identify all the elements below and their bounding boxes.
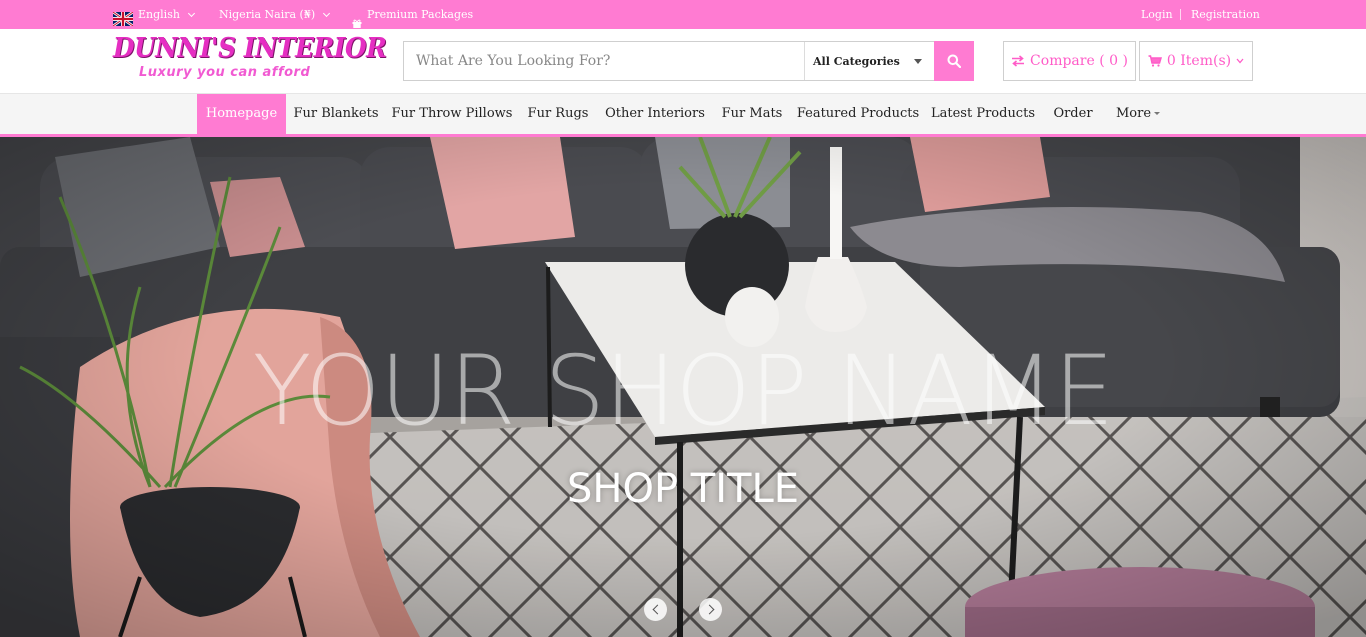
compare-button[interactable]: Compare ( 0 )	[1003, 41, 1136, 81]
nav-item-more[interactable]: More	[1104, 94, 1172, 134]
uk-flag-icon	[112, 8, 134, 27]
nav-item-fur-throw-pillows[interactable]: Fur Throw Pillows	[386, 94, 518, 134]
nav-item-fur-blankets[interactable]: Fur Blankets	[286, 94, 386, 134]
caret-down-icon	[1154, 112, 1161, 115]
nav-item-fur-rugs[interactable]: Fur Rugs	[518, 94, 598, 134]
main-nav: Homepage Fur Blankets Fur Throw Pillows …	[0, 94, 1366, 137]
nav-label: Homepage	[205, 106, 278, 121]
language-selector[interactable]: English	[112, 0, 195, 29]
premium-packages-link[interactable]: Premium Packages	[352, 0, 473, 29]
nav-item-order[interactable]: Order	[1042, 94, 1104, 134]
nav-label: More	[1115, 106, 1152, 121]
registration-label: Registration	[1191, 8, 1260, 21]
premium-label: Premium Packages	[367, 8, 474, 21]
nav-label: Fur Throw Pillows	[391, 106, 513, 121]
caret-down-icon	[914, 59, 922, 64]
nav-label: Fur Rugs	[527, 106, 589, 121]
nav-item-other-interiors[interactable]: Other Interiors	[598, 94, 712, 134]
nav-label: Fur Blankets	[293, 106, 379, 121]
cart-icon	[1148, 55, 1162, 67]
divider	[1180, 9, 1181, 20]
cart-label: 0 Item(s)	[1166, 53, 1232, 69]
search-button[interactable]	[934, 41, 974, 81]
hero-headline: YOUR SHOP NAME	[252, 335, 1115, 447]
nav-item-featured-products[interactable]: Featured Products	[792, 94, 924, 134]
hero-subtitle: SHOP TITLE	[566, 466, 799, 512]
exchange-icon	[1012, 55, 1025, 67]
currency-label: Nigeria Naira (₦)	[219, 8, 316, 21]
category-selected: All Categories	[813, 54, 900, 68]
search-input[interactable]	[404, 42, 804, 80]
registration-link[interactable]: Registration	[1191, 0, 1260, 29]
chevron-down-icon	[1236, 58, 1244, 64]
login-label: Login	[1141, 8, 1173, 21]
login-link[interactable]: Login	[1141, 0, 1173, 29]
compare-label: Compare ( 0 )	[1030, 53, 1128, 69]
nav-label: Order	[1053, 106, 1093, 121]
gift-icon	[352, 10, 362, 28]
nav-item-homepage[interactable]: Homepage	[197, 94, 286, 134]
search-icon	[947, 54, 961, 68]
nav-item-fur-mats[interactable]: Fur Mats	[712, 94, 792, 134]
slider-next-button[interactable]	[699, 598, 722, 621]
chevron-down-icon	[323, 9, 331, 17]
cart-button[interactable]: 0 Item(s)	[1139, 41, 1253, 81]
chevron-down-icon	[187, 9, 195, 17]
top-bar: English Nigeria Naira (₦) Premium Packag…	[0, 0, 1366, 29]
search-bar: All Categories	[403, 41, 974, 81]
logo-title: DUNNI'S INTERIOR	[113, 33, 387, 64]
slider-prev-button[interactable]	[644, 598, 667, 621]
header: DUNNI'S INTERIOR Luxury you can afford A…	[0, 29, 1366, 94]
nav-label: Featured Products	[796, 106, 920, 121]
logo[interactable]: DUNNI'S INTERIOR Luxury you can afford	[113, 33, 387, 87]
nav-label: Other Interiors	[605, 106, 705, 121]
logo-tagline: Luxury you can afford	[139, 65, 311, 80]
nav-label: Latest Products	[931, 106, 1035, 121]
category-select[interactable]: All Categories	[804, 42, 934, 80]
chevron-left-icon	[652, 604, 662, 615]
chevron-right-icon	[704, 604, 714, 615]
language-label: English	[138, 8, 180, 21]
nav-label: Fur Mats	[721, 106, 783, 121]
currency-selector[interactable]: Nigeria Naira (₦)	[219, 0, 331, 29]
hero-slider: YOUR SHOP NAME SHOP TITLE	[0, 137, 1366, 637]
nav-item-latest-products[interactable]: Latest Products	[924, 94, 1042, 134]
